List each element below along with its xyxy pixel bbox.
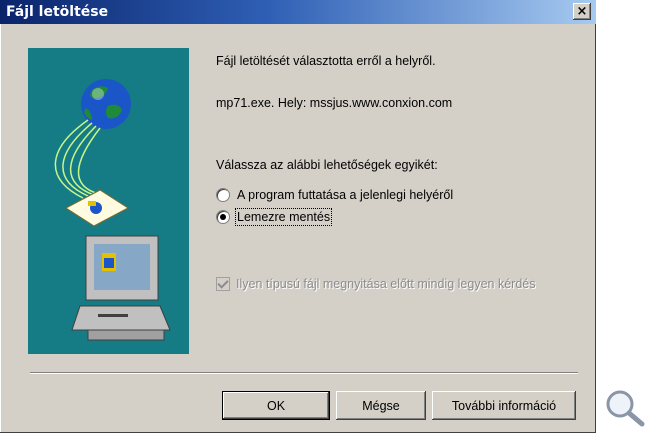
file-download-dialog: Fájl letöltése × Fájl letöltését választ… [0, 0, 596, 433]
save-to-disk-label[interactable]: Lemezre mentés [234, 208, 333, 226]
always-ask-checkbox-row: Ilyen típusú fájl megnyitása előtt mindi… [216, 276, 535, 292]
choice-prompt: Válassza az alábbi lehetőségek egyikét: [216, 158, 438, 172]
title-bar[interactable]: Fájl letöltése × [0, 0, 596, 24]
always-ask-label: Ilyen típusú fájl megnyitása előtt mindi… [236, 277, 536, 291]
radio-run-program[interactable] [216, 188, 230, 202]
radio-save-to-disk[interactable] [216, 210, 230, 224]
file-source-text: mp71.exe. Hely: mssjus.www.conxion.com [216, 96, 453, 110]
always-ask-checkbox [216, 277, 230, 291]
close-icon: × [576, 4, 588, 19]
cancel-button[interactable]: Mégse [336, 391, 426, 420]
magnifier-icon[interactable] [602, 388, 650, 428]
computer-icon [71, 235, 171, 341]
save-to-disk-option[interactable]: Lemezre mentés [216, 208, 333, 226]
more-info-button[interactable]: További információ [432, 391, 576, 420]
window-title: Fájl letöltése [6, 4, 109, 20]
download-lines-icon [54, 119, 101, 199]
ok-button[interactable]: OK [222, 391, 330, 420]
globe-icon [81, 79, 131, 129]
download-illustration [28, 48, 189, 354]
document-icon [65, 189, 129, 227]
run-from-location-option[interactable]: A program futtatása a jelenlegi helyéről [216, 186, 453, 204]
separator [30, 372, 578, 374]
run-program-label[interactable]: A program futtatása a jelenlegi helyéről [237, 188, 453, 202]
download-intro-text: Fájl letöltését választotta erről a hely… [216, 54, 436, 68]
close-button[interactable]: × [573, 3, 591, 20]
